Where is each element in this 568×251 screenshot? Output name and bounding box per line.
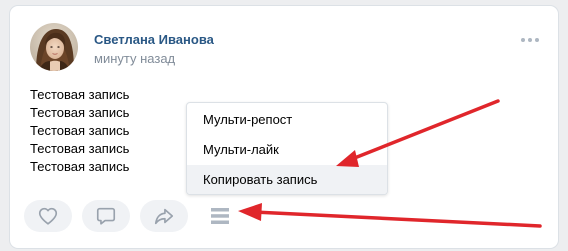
post-time[interactable]: минуту назад [94, 51, 175, 67]
author-name[interactable]: Светлана Иванова [94, 32, 214, 48]
comment-icon [96, 207, 116, 225]
post-text-line: Тестовая запись [30, 159, 130, 174]
dot-icon [528, 38, 532, 42]
more-options-button[interactable] [518, 32, 542, 48]
post-actions-bar [24, 200, 232, 232]
hamburger-menu-icon [211, 208, 229, 224]
post-text-line: Тестовая запись [30, 87, 130, 102]
post-text-line: Тестовая запись [30, 123, 130, 138]
avatar[interactable] [30, 23, 78, 71]
like-button[interactable] [24, 200, 72, 232]
post-text: Тестовая запись Тестовая запись Тестовая… [30, 86, 129, 176]
share-button[interactable] [140, 200, 188, 232]
menu-item-multi-like[interactable]: Мульти-лайк [187, 135, 387, 165]
dot-icon [521, 38, 525, 42]
dot-icon [535, 38, 539, 42]
post-text-line: Тестовая запись [30, 105, 130, 120]
avatar-photo [30, 23, 78, 71]
post-text-line: Тестовая запись [30, 141, 130, 156]
menu-item-copy-post[interactable]: Копировать запись [187, 165, 387, 194]
menu-item-multi-repost[interactable]: Мульти-репост [187, 105, 387, 135]
heart-icon [38, 207, 58, 225]
post-menu-dropdown: Мульти-репост Мульти-лайк Копировать зап… [186, 102, 388, 195]
comment-button[interactable] [82, 200, 130, 232]
hamburger-menu-button[interactable] [208, 200, 232, 232]
share-icon [154, 208, 174, 225]
